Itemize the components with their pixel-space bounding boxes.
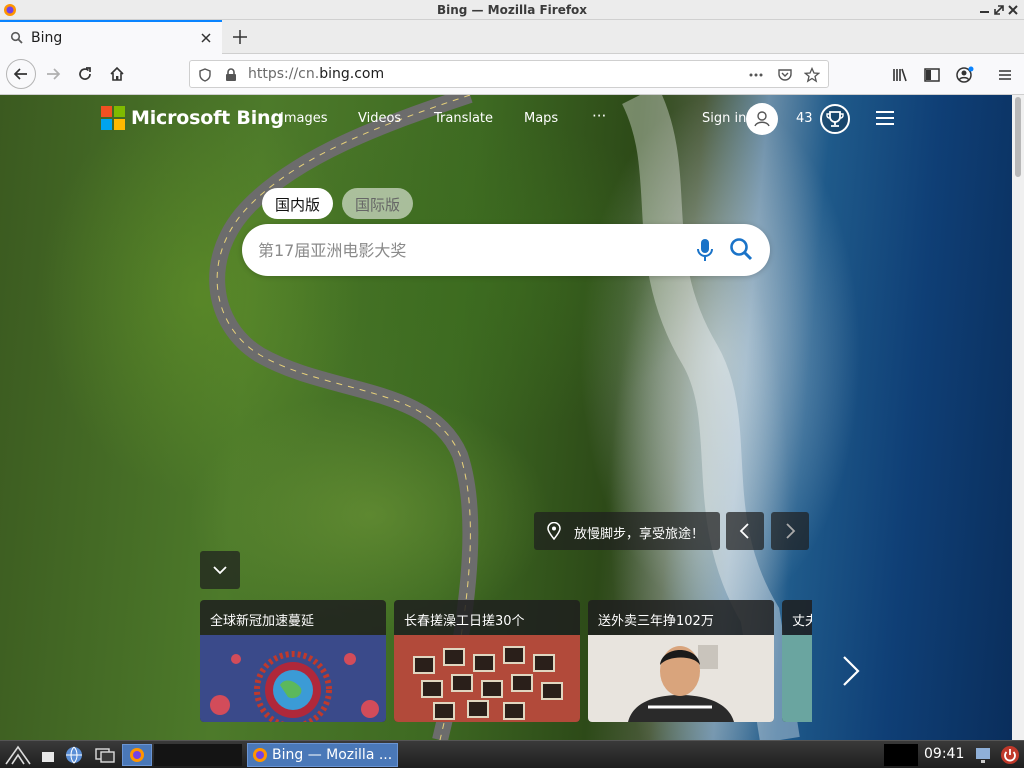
chevron-left-icon [739, 523, 749, 539]
menu-icon[interactable] [996, 66, 1014, 84]
network-icon[interactable] [974, 744, 992, 766]
taskbar-app-label: Bing — Mozilla ... [272, 747, 393, 763]
workspace-switcher[interactable] [154, 744, 242, 766]
lock-icon[interactable] [223, 67, 239, 83]
search-icon[interactable] [728, 236, 754, 262]
forward-button[interactable] [39, 60, 67, 88]
home-button[interactable] [103, 60, 131, 88]
account-icon[interactable] [955, 65, 975, 85]
news-card[interactable]: 长春搓澡工日搓30个 [394, 600, 580, 722]
library-icon[interactable] [891, 66, 909, 84]
tab-international[interactable]: 国际版 [342, 188, 414, 219]
collapse-feed-button[interactable] [200, 551, 240, 589]
rewards-points[interactable]: 43 [796, 111, 813, 126]
tab-close-icon[interactable] [198, 30, 214, 46]
nav-images[interactable]: Images [280, 111, 328, 126]
chevron-right-icon [786, 523, 796, 539]
url-bar[interactable]: https://cn.bing.com [189, 60, 829, 88]
caption-text: 放慢脚步，享受旅途！ [574, 527, 705, 542]
tab-domestic[interactable]: 国内版 [262, 188, 334, 219]
search-favicon-icon [10, 31, 23, 44]
rewards-button[interactable] [820, 104, 850, 134]
search-input[interactable] [258, 238, 678, 262]
shield-icon[interactable] [197, 67, 213, 83]
logo-text: Microsoft Bing [131, 107, 284, 129]
taskbar: Bing — Mozilla ... 09:41 [0, 740, 1024, 768]
nav-maps[interactable]: Maps [524, 111, 558, 126]
minimize-icon[interactable] [978, 2, 992, 18]
reload-button[interactable] [71, 60, 99, 88]
tab-strip: Bing [0, 20, 1024, 54]
nav-translate[interactable]: Translate [434, 111, 493, 126]
cards-next-icon[interactable] [836, 653, 864, 689]
nav-more[interactable]: ··· [592, 107, 606, 125]
microphone-icon[interactable] [696, 237, 714, 263]
new-tab-icon[interactable] [230, 27, 250, 47]
reload-icon [79, 67, 91, 80]
back-button[interactable] [6, 59, 36, 89]
image-caption[interactable]: 放慢脚步，享受旅途！ [534, 512, 720, 550]
file-manager-icon[interactable] [40, 744, 56, 766]
card-title: 全球新冠加速蔓延 [210, 614, 315, 629]
bing-logo[interactable]: Microsoft Bing [101, 105, 284, 131]
card-image-sea [782, 635, 812, 722]
sidebar-icon[interactable] [923, 66, 941, 84]
close-icon[interactable] [1006, 2, 1020, 18]
window-titlebar: Bing — Mozilla Firefox [0, 0, 1024, 20]
maximize-icon[interactable] [992, 2, 1006, 18]
nav-bar: https://cn.bing.com [0, 54, 1024, 95]
hamburger-menu-icon[interactable] [874, 109, 896, 127]
location-pin-icon [547, 522, 561, 540]
tab-bing[interactable]: Bing [0, 20, 222, 54]
url-text: https://cn.bing.com [248, 66, 385, 82]
bookmark-star-icon[interactable] [804, 67, 820, 83]
card-title: 送外卖三年挣102万 [598, 614, 714, 629]
pocket-icon[interactable] [777, 67, 793, 83]
search-box [242, 224, 770, 276]
prev-image-button[interactable] [726, 512, 764, 550]
chevron-down-icon [213, 566, 227, 575]
microsoft-logo-icon [101, 106, 125, 130]
arrow-left-icon [13, 68, 27, 80]
page-scrollbar[interactable] [1012, 95, 1024, 740]
news-card[interactable]: 丈夫 [782, 600, 812, 722]
card-title: 丈夫 [792, 614, 812, 629]
windows-icon[interactable] [94, 744, 116, 766]
card-image-virus-globe [200, 635, 386, 722]
card-image-photo-wall [394, 635, 580, 722]
card-image-portrait [588, 635, 774, 722]
window-title: Bing — Mozilla Firefox [436, 3, 588, 17]
news-card[interactable]: 送外卖三年挣102万 [588, 600, 774, 722]
taskbar-firefox-window[interactable]: Bing — Mozilla ... [247, 743, 398, 767]
card-title: 长春搓澡工日搓30个 [404, 614, 525, 629]
news-card[interactable]: 全球新冠加速蔓延 [200, 600, 386, 722]
firefox-icon [130, 748, 144, 762]
power-icon[interactable] [1000, 744, 1020, 766]
scrollbar-thumb[interactable] [1015, 97, 1021, 177]
trophy-icon [826, 111, 844, 127]
user-icon [754, 111, 770, 127]
tab-title: Bing [31, 30, 63, 46]
home-icon [110, 66, 124, 81]
avatar[interactable] [746, 103, 778, 135]
start-menu-icon[interactable] [4, 744, 32, 766]
taskbar-clock[interactable]: 09:41 [924, 746, 964, 762]
bing-homepage: Microsoft Bing Images Videos Translate M… [0, 95, 1012, 740]
firefox-icon [253, 748, 267, 762]
arrow-right-icon [47, 68, 61, 80]
sign-in-link[interactable]: Sign in [702, 111, 746, 126]
system-tray[interactable] [884, 744, 918, 766]
firefox-launcher[interactable] [122, 744, 152, 766]
browser-globe-icon[interactable] [64, 744, 84, 766]
next-image-button[interactable] [771, 512, 809, 550]
more-actions-icon[interactable] [748, 67, 764, 83]
nav-videos[interactable]: Videos [358, 111, 401, 126]
